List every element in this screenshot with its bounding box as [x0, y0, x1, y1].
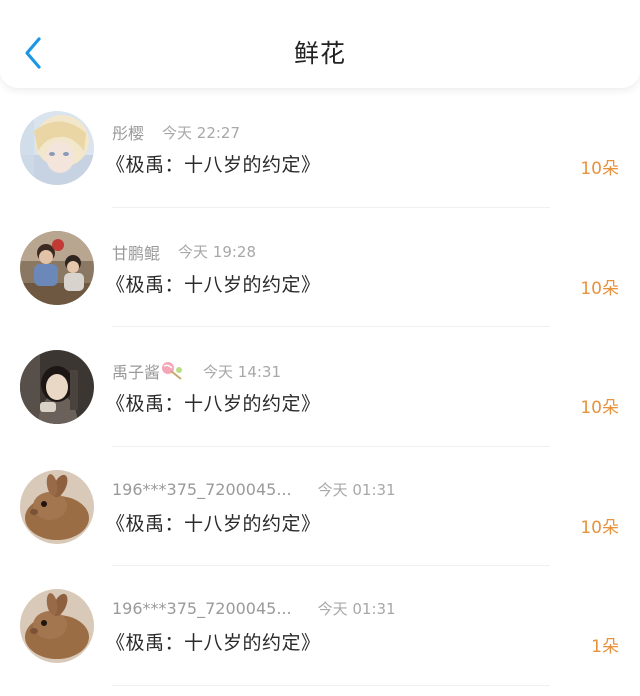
sender-name: 甘鹏鲲 — [112, 243, 161, 263]
page-title: 鲜花 — [293, 39, 346, 68]
sender-name: 禹子酱 — [112, 363, 161, 382]
list-item[interactable]: 彤樱 今天 22:27 《极禹：十八岁的约定》 10朵 — [0, 88, 640, 208]
flower-count: 1朵 — [591, 637, 619, 657]
avatar[interactable] — [20, 350, 94, 424]
lollipop-emoji-icon — [162, 362, 183, 380]
avatar[interactable] — [20, 589, 94, 663]
avatar[interactable] — [20, 230, 94, 305]
sender-name: 196***375_7200045... — [112, 479, 292, 499]
avatar[interactable] — [20, 469, 94, 544]
book-title: 《极禹：十八岁的约定》 — [106, 154, 321, 176]
book-title: 《极禹：十八岁的约定》 — [106, 512, 321, 535]
list-item[interactable]: 196***375_7200045... 今天 01:31 《极禹：十八岁的约定》… — [0, 566, 640, 686]
flower-count: 10朵 — [580, 517, 619, 538]
flower-count: 10朵 — [580, 398, 619, 418]
list-item[interactable]: 禹子酱 今天 14:31 《极禹：十八岁的约定》 10朵 — [0, 327, 640, 447]
gift-time: 今天 14:31 — [203, 362, 282, 381]
gift-time: 今天 01:31 — [317, 600, 396, 618]
list-item[interactable]: 甘鹏鲲 今天 19:28 《极禹：十八岁的约定》 10朵 — [0, 208, 640, 327]
book-title: 《极禹：十八岁的约定》 — [106, 393, 321, 415]
list-item[interactable]: 196***375_7200045... 今天 01:31 《极禹：十八岁的约定》… — [0, 447, 640, 566]
gift-time: 今天 19:28 — [178, 243, 257, 261]
sender-name: 196***375_7200045... — [112, 599, 292, 618]
flower-gift-list: 彤樱 今天 22:27 《极禹：十八岁的约定》 10朵 甘鹏鲲 今天 19:28 《… — [0, 88, 640, 686]
book-title: 《极禹：十八岁的约定》 — [106, 632, 321, 654]
book-title: 《极禹：十八岁的约定》 — [106, 273, 321, 296]
gift-time: 今天 22:27 — [162, 123, 241, 142]
gift-time: 今天 01:31 — [317, 480, 396, 499]
top-navigation-bar: 鲜花 — [0, 0, 640, 88]
flower-count: 10朵 — [580, 159, 619, 179]
avatar[interactable] — [20, 111, 94, 185]
flower-count: 10朵 — [580, 278, 619, 299]
sender-name: 彤樱 — [112, 124, 145, 143]
divider — [112, 684, 550, 686]
